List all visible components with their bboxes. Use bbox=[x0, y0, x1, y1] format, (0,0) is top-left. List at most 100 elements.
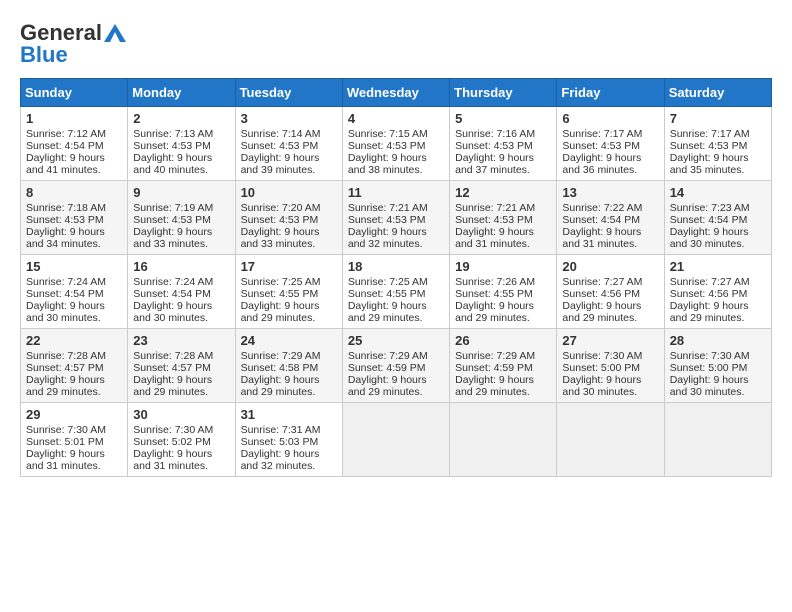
daylight: Daylight: 9 hours and 40 minutes. bbox=[133, 152, 212, 176]
calendar-cell: 14 Sunrise: 7:23 AMSunset: 4:54 PMDayligh… bbox=[664, 181, 771, 255]
calendar-cell: 26Sunrise: 7:29 AMSunset: 4:59 PMDayligh… bbox=[450, 329, 557, 403]
calendar-week-row: 22Sunrise: 7:28 AMSunset: 4:57 PMDayligh… bbox=[21, 329, 772, 403]
sunset: Sunset: 4:53 PM bbox=[241, 214, 319, 226]
calendar-cell bbox=[450, 403, 557, 477]
sunset: Sunset: 4:55 PM bbox=[241, 288, 319, 300]
day-number: 21 bbox=[670, 259, 766, 274]
daylight: Daylight: 9 hours and 30 minutes. bbox=[562, 374, 641, 398]
day-number: 9 bbox=[133, 185, 229, 200]
sunrise: Sunrise: 7:30 AM bbox=[133, 424, 213, 436]
sunrise: Sunrise: 7:20 AM bbox=[241, 202, 321, 214]
sunset: Sunset: 4:54 PM bbox=[26, 140, 104, 152]
sunset: Sunset: 4:53 PM bbox=[133, 214, 211, 226]
daylight: Daylight: 9 hours and 29 minutes. bbox=[562, 300, 641, 324]
sunrise: Sunrise: 7:27 AM bbox=[562, 276, 642, 288]
sunrise: Sunrise: 7:13 AM bbox=[133, 128, 213, 140]
day-number: 16 bbox=[133, 259, 229, 274]
calendar-cell: 29Sunrise: 7:30 AMSunset: 5:01 PMDayligh… bbox=[21, 403, 128, 477]
day-number: 18 bbox=[348, 259, 444, 274]
sunset: Sunset: 5:02 PM bbox=[133, 436, 211, 448]
sunrise: Sunrise: 7:30 AM bbox=[562, 350, 642, 362]
daylight: Daylight: 9 hours and 30 minutes. bbox=[26, 300, 105, 324]
sunset: Sunset: 4:54 PM bbox=[26, 288, 104, 300]
sunset: Sunset: 4:54 PM bbox=[562, 214, 640, 226]
calendar-week-row: 15Sunrise: 7:24 AMSunset: 4:54 PMDayligh… bbox=[21, 255, 772, 329]
daylight: Daylight: 9 hours and 32 minutes. bbox=[348, 226, 427, 250]
day-number: 17 bbox=[241, 259, 337, 274]
sunrise: Sunrise: 7:23 AM bbox=[670, 202, 750, 214]
calendar-cell: 3Sunrise: 7:14 AMSunset: 4:53 PMDaylight… bbox=[235, 107, 342, 181]
day-number: 26 bbox=[455, 333, 551, 348]
daylight: Daylight: 9 hours and 31 minutes. bbox=[455, 226, 534, 250]
calendar-cell: 22Sunrise: 7:28 AMSunset: 4:57 PMDayligh… bbox=[21, 329, 128, 403]
col-header-saturday: Saturday bbox=[664, 79, 771, 107]
col-header-sunday: Sunday bbox=[21, 79, 128, 107]
day-number: 25 bbox=[348, 333, 444, 348]
calendar-cell: 7Sunrise: 7:17 AMSunset: 4:53 PMDaylight… bbox=[664, 107, 771, 181]
sunset: Sunset: 4:53 PM bbox=[133, 140, 211, 152]
sunrise: Sunrise: 7:30 AM bbox=[670, 350, 750, 362]
sunset: Sunset: 4:55 PM bbox=[455, 288, 533, 300]
daylight: Daylight: 9 hours and 41 minutes. bbox=[26, 152, 105, 176]
col-header-friday: Friday bbox=[557, 79, 664, 107]
sunrise: Sunrise: 7:14 AM bbox=[241, 128, 321, 140]
calendar-cell bbox=[664, 403, 771, 477]
sunrise: Sunrise: 7:30 AM bbox=[26, 424, 106, 436]
daylight: Daylight: 9 hours and 29 minutes. bbox=[455, 300, 534, 324]
calendar-cell: 9Sunrise: 7:19 AMSunset: 4:53 PMDaylight… bbox=[128, 181, 235, 255]
daylight: Daylight: 9 hours and 29 minutes. bbox=[670, 300, 749, 324]
day-number: 5 bbox=[455, 111, 551, 126]
calendar-cell: 6Sunrise: 7:17 AMSunset: 4:53 PMDaylight… bbox=[557, 107, 664, 181]
calendar-cell: 24Sunrise: 7:29 AMSunset: 4:58 PMDayligh… bbox=[235, 329, 342, 403]
daylight: Daylight: 9 hours and 29 minutes. bbox=[133, 374, 212, 398]
day-number: 1 bbox=[26, 111, 122, 126]
logo: General Blue bbox=[20, 20, 128, 68]
calendar-cell: 11Sunrise: 7:21 AMSunset: 4:53 PMDayligh… bbox=[342, 181, 449, 255]
col-header-thursday: Thursday bbox=[450, 79, 557, 107]
calendar-cell: 1Sunrise: 7:12 AMSunset: 4:54 PMDaylight… bbox=[21, 107, 128, 181]
sunrise: Sunrise: 7:24 AM bbox=[26, 276, 106, 288]
sunrise: Sunrise: 7:25 AM bbox=[241, 276, 321, 288]
day-number: 15 bbox=[26, 259, 122, 274]
sunrise: Sunrise: 7:29 AM bbox=[241, 350, 321, 362]
day-number: 7 bbox=[670, 111, 766, 126]
sunset: Sunset: 5:00 PM bbox=[670, 362, 748, 374]
daylight: Daylight: 9 hours and 36 minutes. bbox=[562, 152, 641, 176]
sunrise: Sunrise: 7:18 AM bbox=[26, 202, 106, 214]
daylight: Daylight: 9 hours and 31 minutes. bbox=[133, 448, 212, 472]
sunset: Sunset: 5:03 PM bbox=[241, 436, 319, 448]
sunrise: Sunrise: 7:16 AM bbox=[455, 128, 535, 140]
sunrise: Sunrise: 7:26 AM bbox=[455, 276, 535, 288]
day-number: 14 bbox=[670, 185, 766, 200]
daylight: Daylight: 9 hours and 29 minutes. bbox=[26, 374, 105, 398]
day-number: 24 bbox=[241, 333, 337, 348]
logo-icon bbox=[102, 20, 128, 46]
sunset: Sunset: 4:57 PM bbox=[26, 362, 104, 374]
calendar-cell bbox=[342, 403, 449, 477]
day-number: 29 bbox=[26, 407, 122, 422]
calendar-cell: 27Sunrise: 7:30 AMSunset: 5:00 PMDayligh… bbox=[557, 329, 664, 403]
sunset: Sunset: 4:58 PM bbox=[241, 362, 319, 374]
sunrise: Sunrise: 7:25 AM bbox=[348, 276, 428, 288]
day-number: 20 bbox=[562, 259, 658, 274]
sunset: Sunset: 4:54 PM bbox=[670, 214, 748, 226]
calendar-week-row: 29Sunrise: 7:30 AMSunset: 5:01 PMDayligh… bbox=[21, 403, 772, 477]
day-number: 11 bbox=[348, 185, 444, 200]
day-number: 4 bbox=[348, 111, 444, 126]
daylight: Daylight: 9 hours and 32 minutes. bbox=[241, 448, 320, 472]
sunrise: Sunrise: 7:24 AM bbox=[133, 276, 213, 288]
sunset: Sunset: 4:53 PM bbox=[26, 214, 104, 226]
day-number: 6 bbox=[562, 111, 658, 126]
day-number: 28 bbox=[670, 333, 766, 348]
calendar-table: SundayMondayTuesdayWednesdayThursdayFrid… bbox=[20, 78, 772, 477]
calendar-cell: 28Sunrise: 7:30 AMSunset: 5:00 PMDayligh… bbox=[664, 329, 771, 403]
daylight: Daylight: 9 hours and 30 minutes. bbox=[133, 300, 212, 324]
day-number: 8 bbox=[26, 185, 122, 200]
daylight: Daylight: 9 hours and 38 minutes. bbox=[348, 152, 427, 176]
sunset: Sunset: 5:00 PM bbox=[562, 362, 640, 374]
calendar-cell: 21Sunrise: 7:27 AMSunset: 4:56 PMDayligh… bbox=[664, 255, 771, 329]
sunset: Sunset: 5:01 PM bbox=[26, 436, 104, 448]
day-number: 10 bbox=[241, 185, 337, 200]
daylight: Daylight: 9 hours and 29 minutes. bbox=[241, 300, 320, 324]
daylight: Daylight: 9 hours and 30 minutes. bbox=[670, 226, 749, 250]
